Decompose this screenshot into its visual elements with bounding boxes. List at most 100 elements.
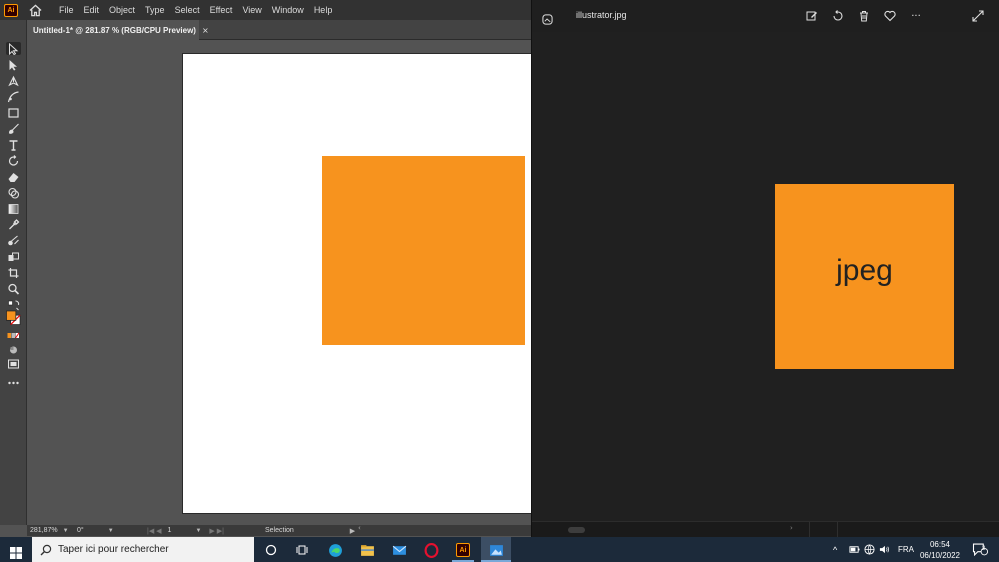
opera-browser-icon[interactable] — [422, 541, 440, 559]
language-text: FRA — [898, 545, 914, 554]
favorite-heart-icon[interactable] — [883, 9, 897, 23]
clock-date: 06/10/2022 — [919, 551, 961, 560]
illustrator-statusbar: 281,87% ▼ 0° ▼ |◀ ◀ 1 ▼ ▶ ▶| Selection ▶ — [27, 525, 531, 536]
divider — [809, 522, 810, 538]
main-menu: File Edit Object Type Select Effect View… — [54, 0, 337, 20]
home-icon[interactable] — [28, 3, 42, 17]
notifications-icon[interactable]: 2 — [972, 537, 988, 562]
scroll-thumb[interactable] — [568, 527, 585, 533]
shape-builder-tool-icon[interactable] — [6, 186, 21, 199]
illustrator-logo-icon[interactable]: Ai — [4, 3, 18, 17]
orange-rectangle[interactable] — [322, 156, 525, 345]
search-placeholder: Taper ici pour rechercher — [58, 544, 169, 555]
illustrator-taskbar-icon[interactable]: Ai — [454, 541, 472, 559]
photos-taskbar-icon[interactable] — [487, 541, 505, 559]
task-view-icon[interactable] — [293, 541, 311, 559]
rotate-tool-icon[interactable] — [6, 154, 21, 167]
menu-object[interactable]: Object — [104, 0, 140, 20]
rotate-icon[interactable] — [831, 9, 845, 23]
search-icon — [40, 544, 52, 555]
show-hidden-icons-icon[interactable]: ^ — [833, 545, 837, 555]
file-explorer-icon[interactable] — [358, 541, 376, 559]
close-tab-icon[interactable]: × — [202, 26, 209, 35]
windows-taskbar: Taper ici pour rechercher Ai ^ FRA 06:54… — [0, 537, 999, 562]
menu-help[interactable]: Help — [309, 0, 338, 20]
color-mode-icon[interactable] — [6, 329, 21, 342]
viewer-scrollbar[interactable]: ‹ › — [358, 521, 999, 538]
windows-start-icon[interactable] — [10, 544, 22, 559]
system-tray: ^ — [833, 537, 837, 562]
eyedropper-tool-icon[interactable] — [6, 218, 21, 231]
rotation-value: 0° — [77, 527, 84, 534]
image-text: jpeg — [836, 253, 893, 287]
tools-panel — [0, 20, 27, 525]
blend-tool-icon[interactable] — [6, 234, 21, 247]
zoom-level-field[interactable]: 281,87% ▼ — [30, 527, 69, 534]
scroll-right-icon[interactable]: › — [790, 524, 793, 532]
divider — [837, 522, 838, 538]
cortana-icon[interactable] — [262, 541, 280, 559]
notification-count: 2 — [982, 546, 986, 552]
language-indicator[interactable]: FRA — [898, 537, 914, 562]
screen: Ai File Edit Object Type Select Effect V… — [0, 0, 999, 562]
curvature-tool-icon[interactable] — [6, 90, 21, 103]
selection-tool-icon[interactable] — [6, 42, 21, 55]
mail-icon[interactable] — [390, 541, 408, 559]
chevron-down-icon[interactable]: ▼ — [108, 528, 114, 534]
fill-stroke-swatch-icon[interactable] — [6, 310, 21, 326]
menu-effect[interactable]: Effect — [205, 0, 238, 20]
chevron-down-icon[interactable]: ▼ — [63, 528, 69, 534]
eraser-tool-icon[interactable] — [6, 170, 21, 183]
volume-icon[interactable] — [879, 537, 890, 562]
photos-app-icon[interactable] — [542, 10, 553, 25]
artboard-number: 1 — [167, 527, 172, 534]
clock[interactable]: 06:54 06/10/2022 — [914, 539, 966, 561]
edge-browser-icon[interactable] — [326, 541, 344, 559]
zoom-level-value: 281,87% — [30, 527, 58, 534]
last-artboard-icon[interactable]: ▶ ▶| — [209, 527, 224, 535]
artboard-navigator[interactable]: |◀ ◀ 1 ▼ ▶ ▶| — [147, 527, 224, 535]
menu-view[interactable]: View — [237, 0, 266, 20]
tool-status-text: Selection — [265, 527, 294, 534]
zoom-tool-icon[interactable] — [6, 282, 21, 295]
symbol-sprayer-tool-icon[interactable] — [6, 250, 21, 263]
clock-time: 06:54 — [929, 540, 951, 549]
more-tools-icon[interactable] — [6, 376, 21, 389]
viewer-titlebar: illustrator.jpg ··· — [532, 0, 999, 32]
drawing-mode-icon[interactable] — [6, 343, 21, 356]
document-tab-title: Untitled-1* @ 281.87 % (RGB/CPU Preview) — [33, 25, 196, 35]
document-tab[interactable]: Untitled-1* @ 281.87 % (RGB/CPU Preview)… — [27, 20, 209, 40]
fullscreen-icon[interactable] — [971, 9, 985, 23]
direct-selection-tool-icon[interactable] — [6, 58, 21, 71]
scroll-left-icon[interactable]: ‹ — [358, 524, 361, 532]
chevron-down-icon[interactable]: ▼ — [195, 528, 201, 534]
document-canvas[interactable] — [27, 40, 531, 525]
edit-image-icon[interactable] — [805, 9, 819, 23]
first-artboard-icon[interactable]: |◀ ◀ — [147, 527, 162, 535]
taskbar-search-box[interactable]: Taper ici pour rechercher — [32, 537, 254, 562]
tool-status[interactable]: Selection ▶ — [265, 527, 355, 535]
network-globe-icon[interactable] — [864, 537, 875, 562]
viewer-file-title: illustrator.jpg — [576, 10, 627, 20]
menu-select[interactable]: Select — [170, 0, 205, 20]
gradient-tool-icon[interactable] — [6, 202, 21, 215]
rotation-field[interactable]: 0° ▼ — [77, 527, 114, 534]
play-arrow-icon[interactable]: ▶ — [350, 527, 355, 535]
rectangle-tool-icon[interactable] — [6, 106, 21, 119]
viewer-image[interactable]: jpeg — [775, 184, 954, 369]
menu-window[interactable]: Window — [267, 0, 309, 20]
menu-edit[interactable]: Edit — [79, 0, 105, 20]
pen-tool-icon[interactable] — [6, 74, 21, 87]
document-tabbar: Untitled-1* @ 281.87 % (RGB/CPU Preview)… — [27, 20, 531, 40]
battery-icon[interactable] — [849, 537, 860, 562]
artboard[interactable] — [182, 53, 531, 514]
paintbrush-tool-icon[interactable] — [6, 122, 21, 135]
type-tool-icon[interactable] — [6, 138, 21, 151]
delete-icon[interactable] — [857, 9, 871, 23]
menu-file[interactable]: File — [54, 0, 79, 20]
menu-type[interactable]: Type — [140, 0, 170, 20]
photos-viewer-window: illustrator.jpg ··· jpeg ‹ › — [358, 0, 999, 538]
screen-mode-icon[interactable] — [6, 357, 21, 370]
artboard-tool-icon[interactable] — [6, 266, 21, 279]
more-options-icon[interactable]: ··· — [909, 9, 923, 23]
